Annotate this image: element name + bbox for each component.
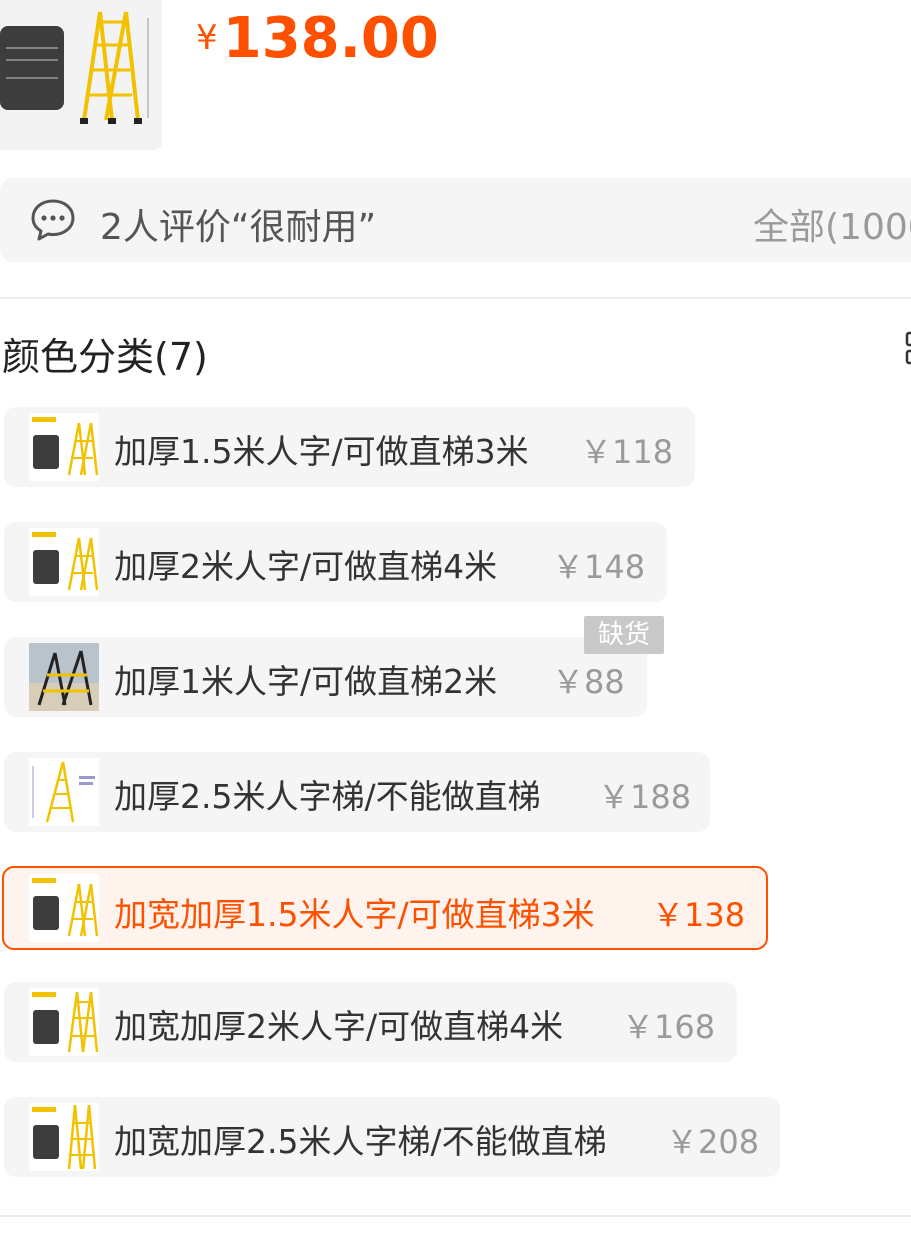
review-text: 2人评价“很耐用” <box>100 207 377 248</box>
option-name: 加厚2米人字/可做直梯4米 <box>114 547 498 586</box>
divider <box>0 1215 911 1217</box>
option-name: 加宽加厚1.5米人字/可做直梯3米 <box>114 895 595 934</box>
option-thumbnail <box>29 413 99 481</box>
option-price: ￥148 <box>552 548 646 586</box>
sku-option[interactable]: 加厚2米人字/可做直梯4米 ￥148 <box>4 522 667 602</box>
chat-bubble-icon <box>31 199 75 241</box>
option-name: 加厚2.5米人字梯/不能做直梯 <box>114 777 541 816</box>
option-thumbnail <box>29 988 99 1056</box>
sku-option[interactable]: 加宽加厚2米人字/可做直梯4米 ￥168 <box>4 982 737 1062</box>
option-name: 加厚1.5米人字/可做直梯3米 <box>114 432 529 471</box>
review-all-link[interactable]: 全部(1000 <box>753 198 911 250</box>
sku-option-selected[interactable]: 加宽加厚1.5米人字/可做直梯3米 ￥138 <box>2 866 768 950</box>
option-name: 加宽加厚2.5米人字梯/不能做直梯 <box>114 1122 607 1161</box>
ladder-image <box>0 11 149 124</box>
option-price: ￥88 <box>552 663 625 701</box>
option-thumbnail <box>29 528 99 596</box>
option-name: 加厚1米人字/可做直梯2米 <box>114 662 498 701</box>
sku-option[interactable]: 加厚1.5米人字/可做直梯3米 ￥118 <box>4 407 695 487</box>
option-price: ￥188 <box>598 778 692 816</box>
option-thumbnail <box>29 874 99 942</box>
sku-option-out-of-stock[interactable]: 加厚1米人字/可做直梯2米 ￥88 <box>4 637 647 717</box>
product-price: ¥ 138.00 <box>196 6 439 71</box>
option-price: ￥208 <box>666 1123 760 1161</box>
out-of-stock-badge: 缺货 <box>584 616 664 654</box>
sku-section-title: 颜色分类(7) <box>2 335 208 379</box>
price-amount: 138.00 <box>222 6 439 71</box>
product-main-thumbnail[interactable] <box>0 0 162 150</box>
grid-view-icon[interactable] <box>904 330 911 366</box>
option-thumbnail <box>29 643 99 711</box>
price-symbol: ¥ <box>196 18 218 58</box>
divider <box>0 297 911 299</box>
option-name: 加宽加厚2米人字/可做直梯4米 <box>114 1007 564 1046</box>
sku-option[interactable]: 加宽加厚2.5米人字梯/不能做直梯 ￥208 <box>4 1097 780 1177</box>
option-price: ￥168 <box>622 1008 716 1046</box>
sku-option[interactable]: 加厚2.5米人字梯/不能做直梯 ￥188 <box>4 752 710 832</box>
option-price: ￥118 <box>580 433 674 471</box>
option-thumbnail <box>29 1103 99 1171</box>
option-thumbnail <box>29 758 99 826</box>
review-summary-bar[interactable]: 2人评价“很耐用” 全部(1000 <box>0 178 911 262</box>
option-price: ￥138 <box>652 896 746 934</box>
